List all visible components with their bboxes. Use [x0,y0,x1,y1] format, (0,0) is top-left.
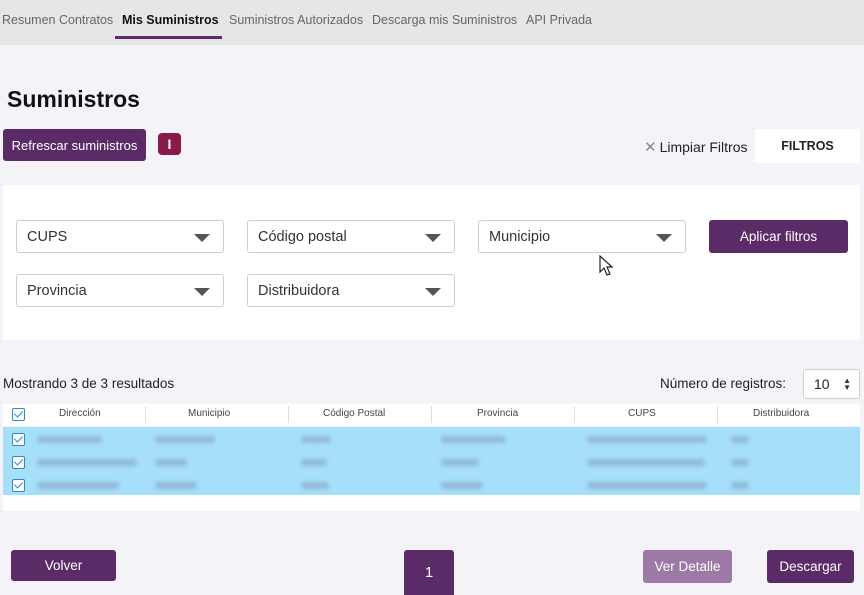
column-header-distribuidora[interactable]: Distribuidora [753,408,809,419]
info-button[interactable]: I [158,133,181,155]
column-header-municipio[interactable]: Municipio [188,408,230,419]
table-row[interactable] [3,474,860,497]
postal-code-select[interactable]: Código postal [247,220,455,253]
province-select[interactable]: Provincia [16,274,224,307]
row-checkbox[interactable] [12,456,25,469]
download-button[interactable]: Descargar [767,550,854,583]
column-header-cups[interactable]: CUPS [628,408,656,419]
table-footer-spacer [3,495,860,511]
filters-tab[interactable]: FILTROS [755,129,860,163]
chevron-down-icon [656,234,672,242]
clear-filters-label: Limpiar Filtros [659,139,748,155]
municipality-select[interactable]: Municipio [478,220,686,253]
province-select-label: Provincia [27,282,87,299]
distributor-select[interactable]: Distribuidora [247,274,455,307]
municipality-select-label: Municipio [489,228,551,245]
close-icon: ✕ [644,139,657,156]
records-per-page-value: 10 [814,376,830,392]
pagination-page-1[interactable]: 1 [404,550,454,595]
column-header-codigo-postal[interactable]: Código Postal [323,408,385,419]
view-detail-button[interactable]: Ver Detalle [643,550,732,583]
tab-descarga-mis-suministros[interactable]: Descarga mis Suministros [372,13,517,27]
table-row[interactable] [3,428,860,451]
chevron-down-icon [194,288,210,296]
table-body [3,427,860,495]
refresh-supplies-button[interactable]: Refrescar suministros [3,129,146,161]
active-tab-indicator [115,36,222,39]
records-per-page-label: Número de registros: [660,376,787,391]
postal-code-select-label: Código postal [258,228,347,245]
table-row[interactable] [3,451,860,474]
distributor-select-label: Distribuidora [258,282,340,299]
tab-mis-suministros[interactable]: Mis Suministros [122,13,219,27]
select-all-checkbox[interactable] [12,408,25,421]
tab-api-privada[interactable]: API Privada [526,13,592,27]
clear-filters-button[interactable]: ✕ Limpiar Filtros [644,138,747,156]
tab-suministros-autorizados[interactable]: Suministros Autorizados [229,13,363,27]
column-header-direccion[interactable]: Dirección [59,408,101,419]
table-header: Dirección Municipio Código Postal Provin… [3,404,860,426]
page-title: Suministros [7,86,140,112]
apply-filters-button[interactable]: Aplicar filtros [709,220,848,253]
tab-resumen-contratos[interactable]: Resumen Contratos [2,13,113,27]
chevron-down-icon [425,234,441,242]
cups-select-label: CUPS [27,228,68,245]
records-per-page-select[interactable]: 10 ▲ ▼ [803,369,860,399]
mouse-cursor-icon [599,255,614,276]
cups-select[interactable]: CUPS [16,220,224,253]
chevron-down-icon [194,234,210,242]
chevron-down-icon [425,288,441,296]
sort-arrows-icon: ▲ ▼ [843,376,851,392]
filter-panel [3,185,860,340]
back-button[interactable]: Volver [11,550,116,581]
results-summary: Mostrando 3 de 3 resultados [3,376,175,391]
column-header-provincia[interactable]: Provincia [477,408,518,419]
row-checkbox[interactable] [12,433,25,446]
top-navigation: Resumen Contratos Mis Suministros Sumini… [0,0,864,45]
row-checkbox[interactable] [12,479,25,492]
